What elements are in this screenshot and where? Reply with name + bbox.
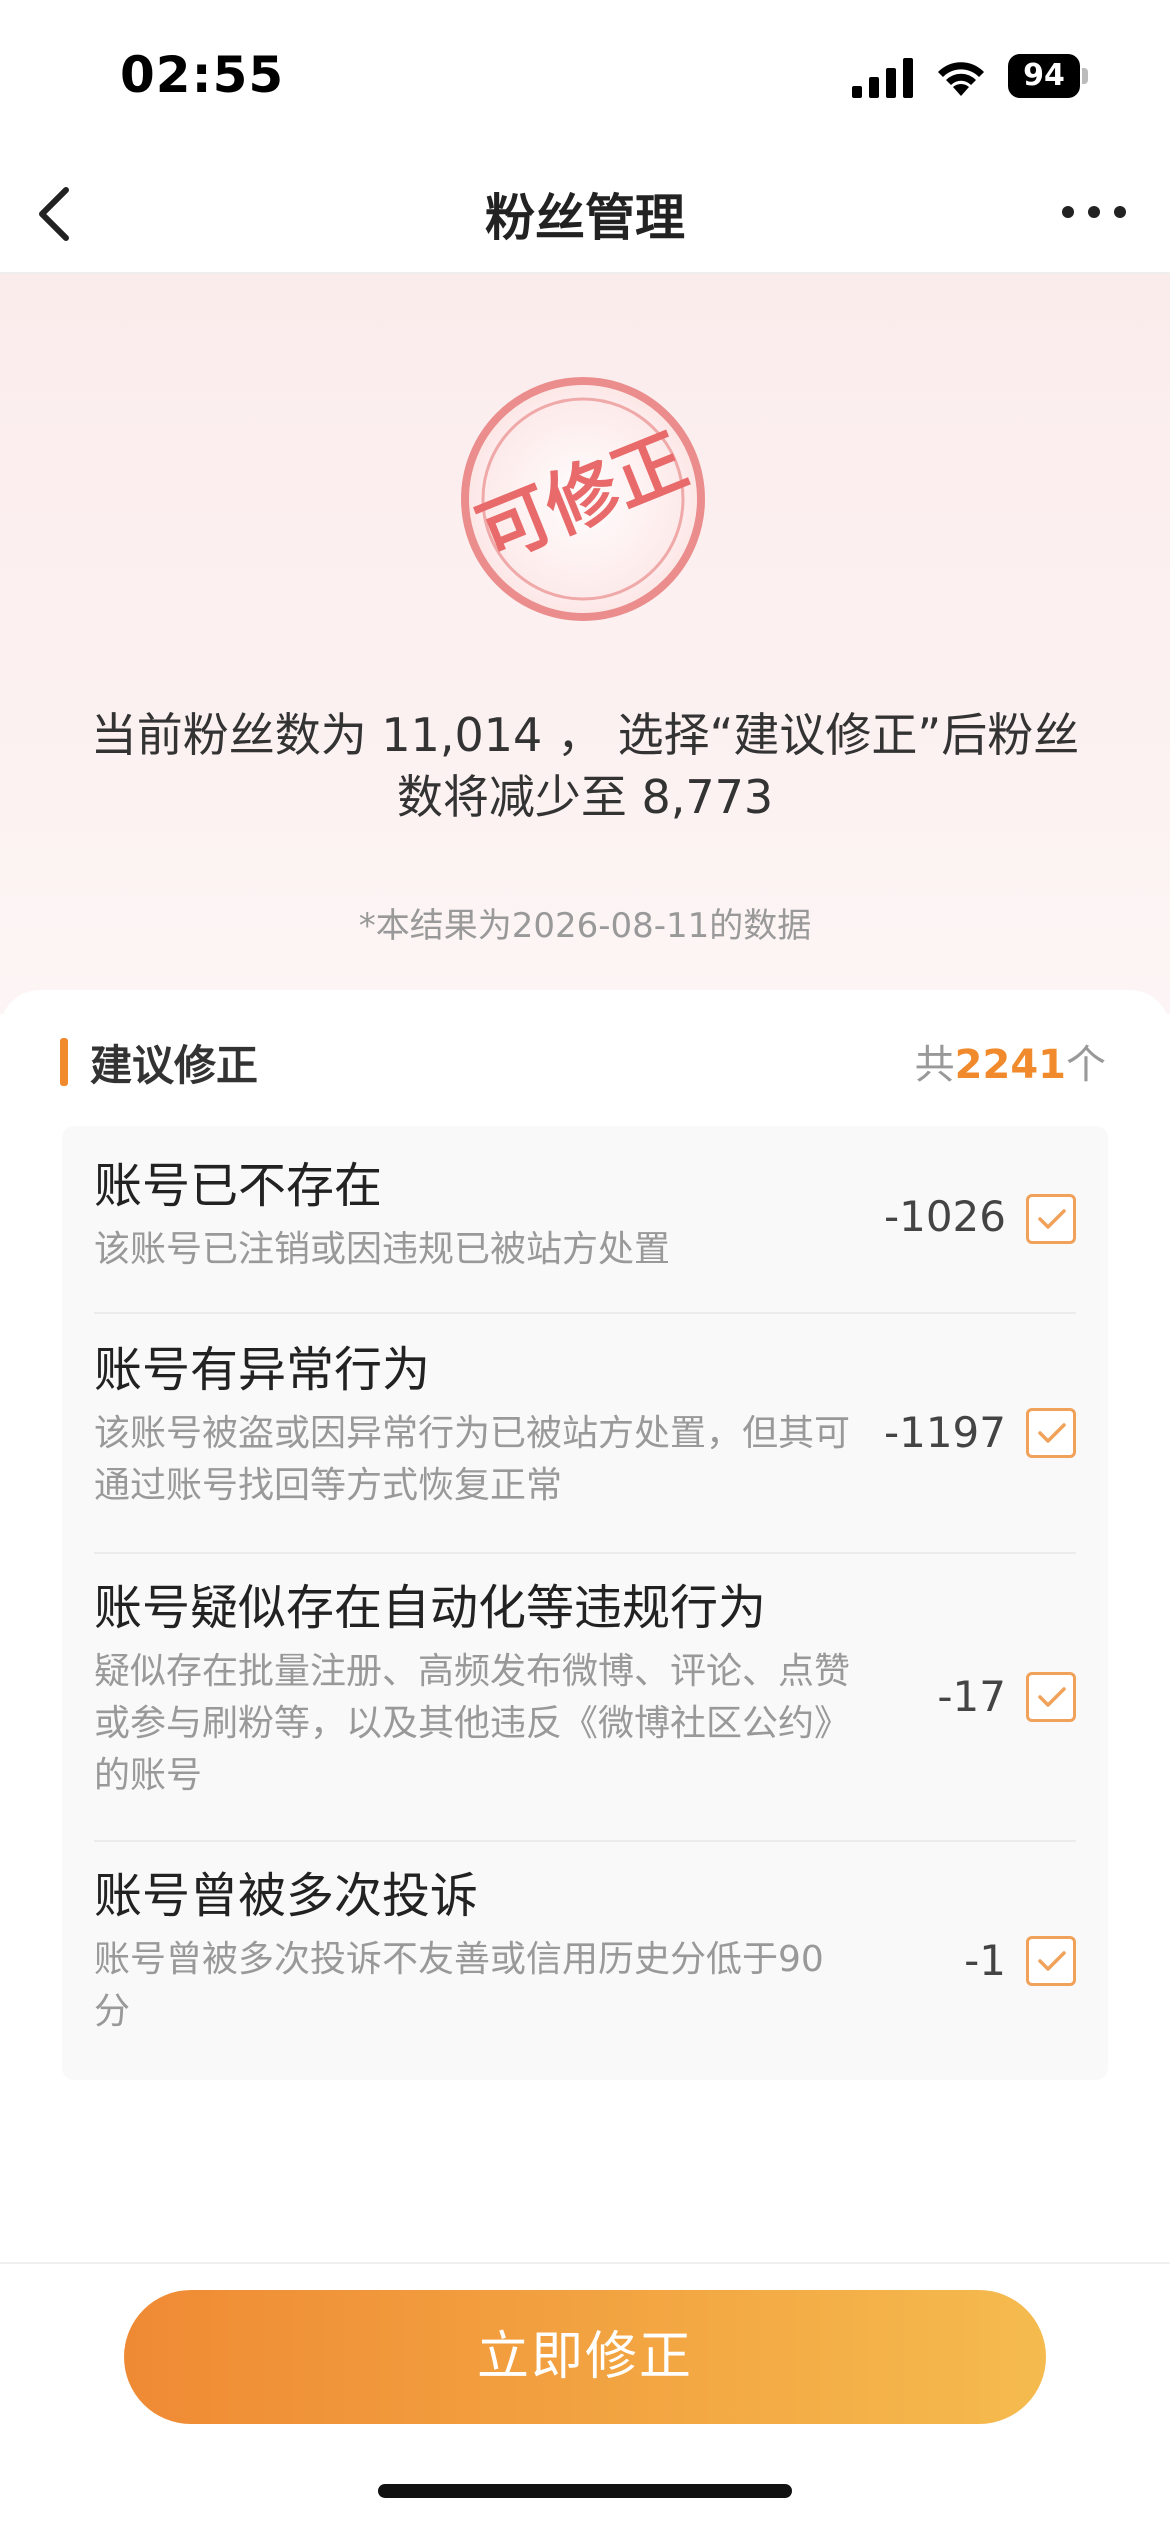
item-title: 账号有异常行为 [94, 1342, 431, 1398]
cellular-signal-icon [852, 58, 913, 98]
item-checkbox[interactable] [1026, 1408, 1076, 1458]
section-count: 共2241个 [915, 1032, 1106, 1090]
item-title: 账号疑似存在自动化等违规行为 [94, 1580, 767, 1636]
item-desc: 疑似存在批量注册、高频发布微博、评论、点赞或参与刷粉等，以及其他违反《微博社区公… [94, 1651, 851, 1796]
count-suffix: 个 [1066, 1042, 1106, 1088]
section-title: 建议修正 [90, 1041, 259, 1090]
footer-divider [0, 2262, 1170, 2264]
item-count: -1026 [883, 1192, 1006, 1241]
battery-indicator: 94 [1008, 54, 1088, 98]
item-count: -1197 [883, 1408, 1006, 1457]
battery-level: 94 [1008, 54, 1080, 98]
checkmark-icon [1038, 1209, 1066, 1229]
item-desc: 该账号已注销或因违规已被站方处置 [94, 1229, 671, 1270]
count-prefix: 共 [914, 1042, 955, 1088]
fans-summary-line-2: 数将减少至 8,773 [396, 770, 774, 824]
correctable-stamp-icon: 可修正 [461, 377, 705, 621]
item-checkbox[interactable] [1026, 1936, 1076, 1986]
home-indicator [378, 2484, 792, 2498]
page-title: 粉丝管理 [485, 189, 685, 247]
checkmark-icon [1038, 1423, 1066, 1443]
item-count: -17 [937, 1672, 1006, 1721]
item-desc: 账号曾被多次投诉不友善或信用历史分低于90分 [94, 1939, 824, 2032]
fans-summary-line-1: 当前粉丝数为 11,014 ， 选择“建议修正”后粉丝 [90, 708, 1080, 762]
wifi-icon [938, 62, 984, 96]
suggestion-list: 账号已不存在 该账号已注销或因违规已被站方处置 -1026 账号有异常行为 该账… [62, 1126, 1108, 2080]
item-checkbox[interactable] [1026, 1194, 1076, 1244]
fix-now-button[interactable]: 立即修正 [124, 2290, 1046, 2424]
item-checkbox[interactable] [1026, 1672, 1076, 1722]
data-date-note: *本结果为2026-08-11的数据 [358, 906, 812, 946]
battery-tip [1082, 68, 1088, 84]
status-time: 02:55 [120, 46, 285, 104]
more-options-icon[interactable] [1058, 194, 1130, 230]
item-title: 账号曾被多次投诉 [94, 1868, 479, 1924]
fans-summary: 当前粉丝数为 11,014 ， 选择“建议修正”后粉丝 数将减少至 8,773 [60, 704, 1110, 828]
checkmark-icon [1038, 1951, 1066, 1971]
divider [94, 1312, 1076, 1314]
section-accent-bar [60, 1038, 68, 1086]
divider [94, 1552, 1076, 1554]
nav-bar: 粉丝管理 [0, 150, 1170, 274]
status-bar: 02:55 94 [0, 0, 1170, 150]
count-number: 2241 [954, 1042, 1066, 1088]
item-desc: 该账号被盗或因异常行为已被站方处置，但其可通过账号找回等方式恢复正常 [94, 1413, 851, 1506]
checkmark-icon [1038, 1687, 1066, 1707]
hero-section: 可修正 当前粉丝数为 11,014 ， 选择“建议修正”后粉丝 数将减少至 8,… [0, 274, 1170, 1014]
divider [94, 1840, 1076, 1842]
suggestion-card: 建议修正 共2241个 账号已不存在 该账号已注销或因违规已被站方处置 -102… [0, 990, 1170, 2260]
item-count: -1 [964, 1936, 1006, 1985]
